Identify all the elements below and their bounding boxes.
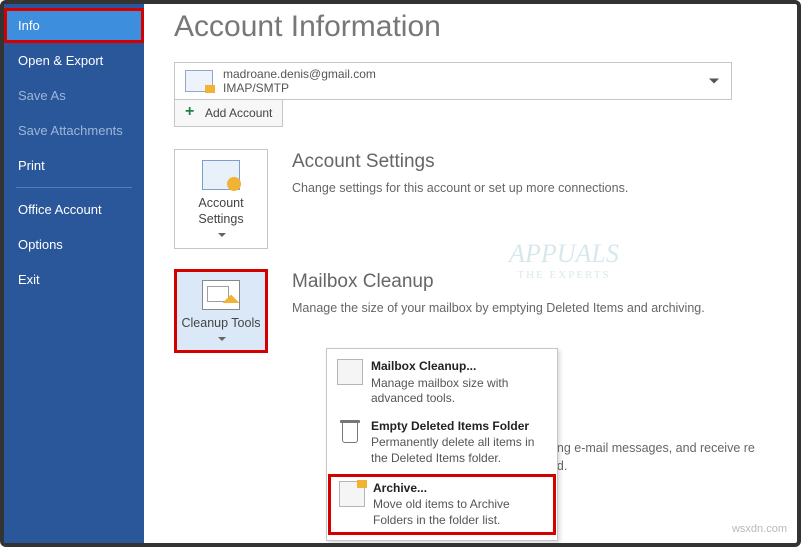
menu-item-mailbox-cleanup[interactable]: Mailbox Cleanup... Manage mailbox size w…: [327, 353, 557, 413]
account-protocol: IMAP/SMTP: [223, 81, 376, 95]
section-account-settings: Account Settings Account Settings Change…: [174, 149, 767, 249]
account-selector[interactable]: madroane.denis@gmail.com IMAP/SMTP: [174, 62, 732, 100]
sidebar-divider: [16, 187, 132, 188]
menu-item-empty-deleted[interactable]: Empty Deleted Items Folder Permanently d…: [327, 413, 557, 473]
sidebar-item-save-attachments: Save Attachments: [4, 113, 144, 148]
dropdown-caret-icon: [216, 229, 226, 242]
account-settings-icon: [202, 160, 240, 190]
dropdown-caret-icon: [216, 333, 226, 346]
add-account-label: Add Account: [205, 106, 272, 120]
sidebar-item-open-export[interactable]: Open & Export: [4, 43, 144, 78]
cleanup-tools-menu: Mailbox Cleanup... Manage mailbox size w…: [326, 348, 558, 541]
account-settings-title: Account Settings: [292, 151, 767, 173]
source-watermark: wsxdn.com: [732, 523, 787, 535]
sidebar-item-info[interactable]: Info: [4, 8, 144, 43]
account-settings-button-label: Account Settings: [179, 196, 263, 227]
menu-item-desc: Move old items to Archive Folders in the…: [373, 497, 510, 527]
account-settings-button[interactable]: Account Settings: [174, 149, 268, 249]
section-mailbox-cleanup: Cleanup Tools Mailbox Cleanup Manage the…: [174, 269, 767, 353]
mail-account-icon: [185, 70, 213, 92]
mailbox-cleanup-icon: [337, 359, 363, 385]
sidebar-item-office-account[interactable]: Office Account: [4, 192, 144, 227]
cleanup-tools-button[interactable]: Cleanup Tools: [174, 269, 268, 353]
menu-item-title: Empty Deleted Items Folder: [371, 419, 547, 435]
trash-icon: [337, 419, 363, 445]
menu-item-title: Archive...: [373, 481, 545, 497]
account-settings-desc: Change settings for this account or set …: [292, 179, 767, 197]
cleanup-tools-button-label: Cleanup Tools: [182, 316, 261, 332]
main-panel: Account Information madroane.denis@gmail…: [144, 4, 797, 543]
menu-item-desc: Manage mailbox size with advanced tools.: [371, 376, 508, 406]
cleanup-tools-icon: [202, 280, 240, 310]
account-selector-text: madroane.denis@gmail.com IMAP/SMTP: [223, 67, 376, 96]
sidebar-item-print[interactable]: Print: [4, 148, 144, 183]
menu-item-title: Mailbox Cleanup...: [371, 359, 547, 375]
backstage-sidebar: Info Open & Export Save As Save Attachme…: [4, 4, 144, 543]
sidebar-item-save-as: Save As: [4, 78, 144, 113]
sidebar-item-exit[interactable]: Exit: [4, 262, 144, 297]
add-account-button[interactable]: + Add Account: [174, 99, 283, 127]
menu-item-archive[interactable]: Archive... Move old items to Archive Fol…: [329, 475, 555, 535]
chevron-down-icon: [709, 79, 719, 84]
page-title: Account Information: [174, 10, 767, 44]
account-email: madroane.denis@gmail.com: [223, 67, 376, 81]
sidebar-item-options[interactable]: Options: [4, 227, 144, 262]
plus-icon: +: [185, 106, 199, 120]
archive-icon: [339, 481, 365, 507]
mailbox-cleanup-title: Mailbox Cleanup: [292, 271, 767, 293]
menu-item-desc: Permanently delete all items in the Dele…: [371, 435, 534, 465]
mailbox-cleanup-desc: Manage the size of your mailbox by empty…: [292, 299, 767, 317]
